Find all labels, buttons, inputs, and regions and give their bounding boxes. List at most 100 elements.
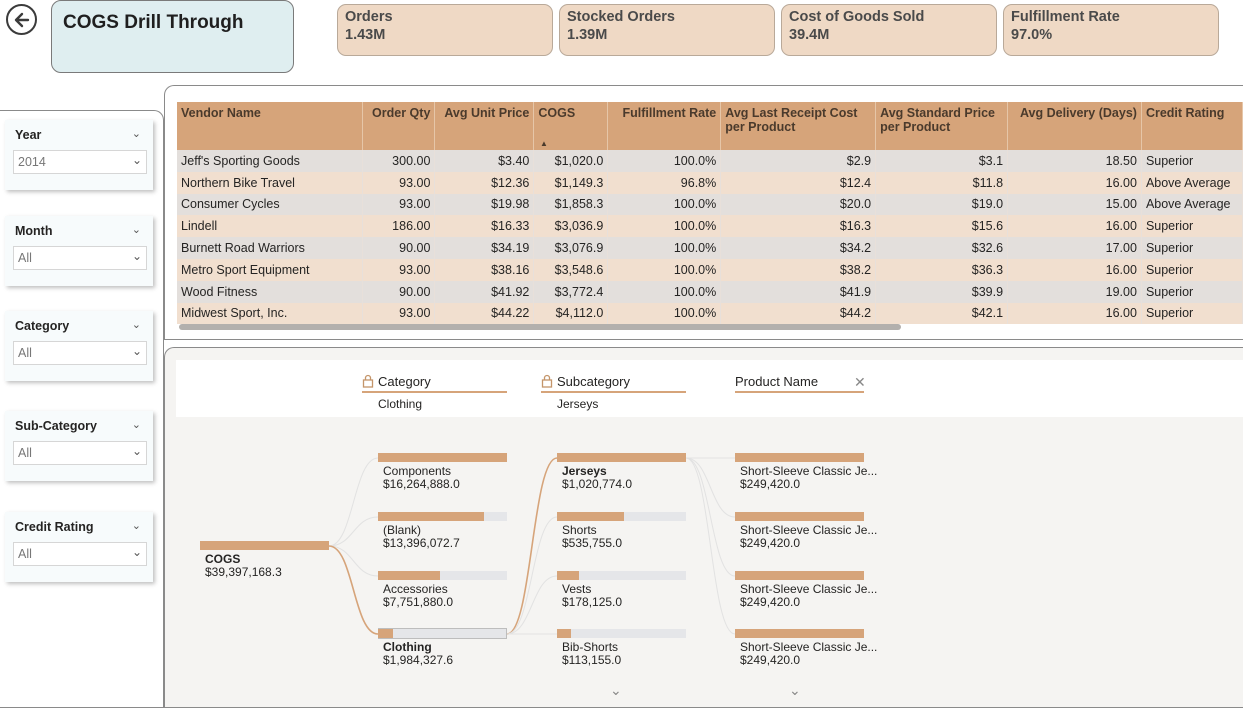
credit-rating-dropdown[interactable]: All ⌄	[13, 542, 147, 566]
tree-node-category-bar[interactable]	[378, 512, 484, 521]
chevron-down-icon[interactable]: ⌄	[610, 682, 622, 699]
tree-node-product-label[interactable]: Short-Sleeve Classic Je... $249,420.0	[740, 465, 877, 491]
sub-category-dropdown[interactable]: All ⌄	[13, 441, 147, 465]
chevron-down-icon[interactable]: ⌄	[132, 519, 141, 532]
tree-node-product-bar[interactable]	[735, 629, 864, 638]
tree-node-product-label[interactable]: Short-Sleeve Classic Je... $249,420.0	[740, 641, 877, 667]
tree-node-subcategory-bar[interactable]	[557, 629, 571, 638]
back-button[interactable]	[6, 4, 37, 35]
kpi-card-stocked-orders: Stocked Orders 1.39M	[559, 4, 775, 56]
tree-node-category-label[interactable]: Clothing $1,984,327.6	[383, 641, 453, 667]
slicer-year: Year ⌄ 2014 ⌄	[5, 120, 153, 190]
table-row[interactable]: Midwest Sport, Inc. 93.00 $44.22 $4,112.0 10…	[177, 302, 1243, 324]
kpi-value: 97.0%	[1011, 27, 1053, 43]
node-value: $13,396,072.7	[383, 536, 460, 550]
cell-vendor-name: Consumer Cycles	[177, 193, 364, 216]
cell-order-qty: 93.00	[362, 171, 436, 194]
tree-node-subcategory-bar[interactable]	[557, 512, 624, 521]
table-row[interactable]: Lindell 186.00 $16.33 $3,036.9 100.0% $16.3 $1…	[177, 215, 1243, 238]
tree-node-category-bar[interactable]	[378, 629, 393, 638]
tree-node-product-label[interactable]: Short-Sleeve Classic Je... $249,420.0	[740, 583, 877, 609]
column-header-credit-rating[interactable]: Credit Rating	[1141, 102, 1243, 150]
level-selection-category: Clothing	[378, 397, 423, 411]
tree-node-subcategory-label[interactable]: Jerseys $1,020,774.0	[562, 465, 632, 491]
lock-icon[interactable]	[362, 374, 374, 388]
page-title-card: COGS Drill Through	[51, 0, 294, 73]
tree-node-subcategory-label[interactable]: Shorts $535,755.0	[562, 524, 622, 550]
kpi-value: 39.4M	[789, 27, 830, 43]
tree-node-subcategory-bar-track[interactable]	[557, 629, 686, 638]
cell-order-qty: 93.00	[362, 258, 436, 281]
cell-cogs: $1,149.3	[533, 171, 609, 194]
tree-node-category-label[interactable]: Components $16,264,888.0	[383, 465, 460, 491]
column-header-fulfillment-rate[interactable]: Fulfillment Rate	[607, 102, 722, 150]
cell-vendor-name: Lindell	[177, 215, 364, 238]
cell-fulfillment-rate: 100.0%	[607, 215, 722, 238]
cell-vendor-name: Midwest Sport, Inc.	[177, 302, 364, 324]
tree-node-category-label[interactable]: Accessories $7,751,880.0	[383, 583, 453, 609]
tree-node-product-bar[interactable]	[735, 571, 864, 580]
level-title-category[interactable]: Category	[378, 374, 431, 389]
column-header-vendor-name[interactable]: Vendor Name	[177, 102, 364, 150]
month-dropdown[interactable]: All ⌄	[13, 246, 147, 270]
node-value: $178,125.0	[562, 595, 623, 609]
tree-node-cogs-root-label[interactable]: COGS $39,397,168.3	[205, 553, 282, 579]
column-header-order-qty[interactable]: Order Qty	[362, 102, 436, 150]
column-header-avg-standard-price[interactable]: Avg Standard Price per Product	[875, 102, 1009, 150]
slicer-category: Category ⌄ All ⌄	[5, 311, 153, 381]
column-header-avg-delivery-days[interactable]: Avg Delivery (Days)	[1007, 102, 1142, 150]
tree-node-subcategory-bar[interactable]	[557, 571, 579, 580]
year-dropdown[interactable]: 2014 ⌄	[13, 150, 147, 174]
kpi-value: 1.43M	[345, 27, 386, 43]
tree-node-subcategory-bar[interactable]	[557, 453, 686, 462]
level-title-subcategory[interactable]: Subcategory	[557, 374, 630, 389]
tree-node-product-label[interactable]: Short-Sleeve Classic Je... $249,420.0	[740, 524, 877, 550]
column-header-avg-unit-price[interactable]: Avg Unit Price	[434, 102, 535, 150]
table-row[interactable]: Consumer Cycles 93.00 $19.98 $1,858.3 100.0%…	[177, 193, 1243, 216]
cell-avg-delivery-days: 16.00	[1007, 258, 1142, 281]
node-value: $113,155.0	[562, 653, 622, 667]
node-value: $249,420.0	[740, 536, 801, 550]
cell-avg-standard-price: $32.6	[875, 237, 1009, 259]
tree-node-subcategory-label[interactable]: Vests $178,125.0	[562, 583, 622, 609]
cell-order-qty: 93.00	[362, 193, 436, 216]
lock-icon[interactable]	[541, 374, 553, 388]
dropdown-value: All	[18, 547, 32, 561]
chevron-down-icon[interactable]: ⌄	[132, 127, 141, 140]
tree-node-category-label[interactable]: (Blank) $13,396,072.7	[383, 524, 460, 550]
tree-node-category-bar[interactable]	[378, 571, 440, 580]
chevron-down-icon[interactable]: ⌄	[132, 418, 141, 431]
table-row[interactable]: Metro Sport Equipment 93.00 $38.16 $3,548.6…	[177, 258, 1243, 281]
level-title-product-name[interactable]: Product Name	[735, 374, 818, 389]
vendor-table: Vendor Name Order Qty Avg Unit Price COG…	[177, 102, 1243, 324]
cell-fulfillment-rate: 96.8%	[607, 171, 722, 194]
cell-avg-last-receipt-cost: $38.2	[720, 258, 877, 281]
dropdown-value: All	[18, 446, 32, 460]
tree-node-category-bar-track[interactable]	[378, 628, 507, 639]
cell-order-qty: 186.00	[362, 215, 436, 238]
tree-node-subcategory-label[interactable]: Bib-Shorts $113,155.0	[562, 641, 621, 667]
chevron-down-icon[interactable]: ⌄	[132, 318, 141, 331]
horizontal-scrollbar[interactable]	[179, 324, 901, 330]
dropdown-value: All	[18, 346, 32, 360]
chevron-down-icon[interactable]: ⌄	[132, 223, 141, 236]
node-value: $249,420.0	[740, 653, 801, 667]
table-row[interactable]: Jeff's Sporting Goods 300.00 $3.40 $1,020.0…	[177, 150, 1243, 172]
tree-node-cogs-root-bar[interactable]	[200, 541, 329, 550]
tree-node-category-bar[interactable]	[378, 453, 507, 462]
cell-avg-delivery-days: 16.00	[1007, 171, 1142, 194]
close-icon[interactable]: ✕	[854, 374, 866, 391]
tree-node-product-bar[interactable]	[735, 512, 864, 521]
table-row[interactable]: Wood Fitness 90.00 $41.92 $3,772.4 100.0% $41…	[177, 280, 1243, 303]
cell-avg-unit-price: $41.92	[434, 280, 535, 303]
table-row[interactable]: Northern Bike Travel 93.00 $12.36 $1,149.3 9…	[177, 171, 1243, 194]
category-dropdown[interactable]: All ⌄	[13, 341, 147, 365]
cell-credit-rating: Superior	[1141, 215, 1243, 238]
cell-fulfillment-rate: 100.0%	[607, 237, 722, 259]
table-row[interactable]: Burnett Road Warriors 90.00 $34.19 $3,076.9…	[177, 237, 1243, 259]
column-header-avg-last-receipt-cost[interactable]: Avg Last Receipt Cost per Product	[720, 102, 877, 150]
chevron-down-icon[interactable]: ⌄	[789, 682, 801, 699]
cell-order-qty: 90.00	[362, 237, 436, 259]
sort-ascending-icon[interactable]: ▲	[540, 139, 548, 148]
tree-node-product-bar[interactable]	[735, 453, 864, 462]
